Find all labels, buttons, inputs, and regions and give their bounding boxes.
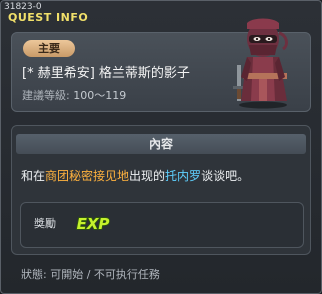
recommended-level: 建議等級: 100～119 [22,89,126,103]
quest-content-panel: 內容 和在商团秘密接见地出现的托内罗谈谈吧。 獎勵 EXP [11,125,311,255]
content-header: 內容 [16,134,306,154]
level-range: 100～119 [73,89,127,102]
reward-box: 獎勵 EXP [20,202,304,248]
npc-link[interactable]: 托内罗 [165,169,201,183]
exp-icon-label: EXP [77,215,110,233]
quest-status: 狀態: 可開始 / 不可执行任務 [21,268,160,281]
window-title: QUEST INFO [8,11,89,24]
desc-text-middle: 出现的 [129,169,166,183]
location-link[interactable]: 商团秘密接见地 [45,169,129,183]
level-label: 建議等級: [22,89,70,102]
quest-type-badge: 主要 [23,40,75,57]
npc-portrait-icon [233,18,288,109]
reward-label: 獎勵 [34,217,56,230]
quest-info-window: 31823-0 QUEST INFO 主要 [* 赫里希安] 格兰蒂斯的影子 建… [0,0,322,294]
desc-text-end: 谈谈吧。 [201,169,250,183]
quest-description: 和在商团秘密接见地出现的托内罗谈谈吧。 [21,169,249,184]
quest-name: [* 赫里希安] 格兰蒂斯的影子 [22,66,190,81]
desc-text-start: 和在 [21,169,46,183]
exp-icon: EXP [76,214,110,233]
